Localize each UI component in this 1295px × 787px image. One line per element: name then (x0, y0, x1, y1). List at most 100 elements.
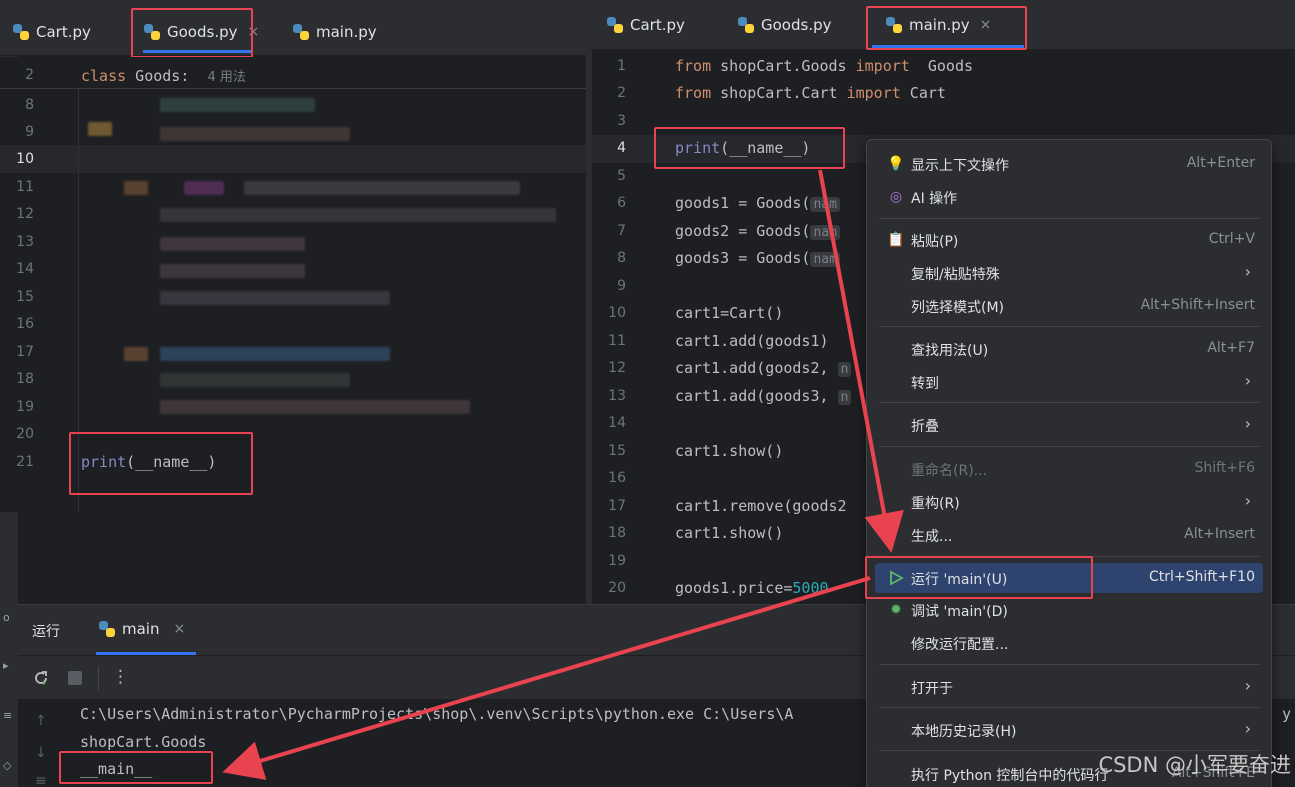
code-line-17: cart1.remove(goods2 (675, 497, 847, 515)
strip-icon[interactable]: o (3, 612, 15, 624)
usages-hint[interactable]: 4 用法 (207, 70, 245, 85)
close-tab-icon[interactable]: × (980, 17, 992, 33)
scroll-down-icon[interactable]: ↓ (35, 745, 47, 761)
menu-item-label: 列选择模式(M) (911, 300, 1005, 316)
console-line: C:\Users\Administrator\PycharmProjects\s… (80, 705, 794, 723)
console-line: __main__ (80, 760, 153, 778)
keyword: class (81, 67, 127, 85)
chevron-right-icon: › (1244, 491, 1251, 510)
menu-item-label: 查找用法(U) (911, 343, 989, 359)
menu-item-label: 折叠 (911, 419, 939, 435)
code-line-11: cart1.add(goods1) (675, 332, 829, 350)
line-number: 18 (608, 525, 626, 541)
tab-label: Goods.py (167, 23, 238, 41)
more-options-icon[interactable]: ⋮ (112, 667, 129, 687)
tab-goods-py-right[interactable]: Goods.py (737, 5, 831, 45)
python-file-icon (607, 17, 623, 33)
menu-item-copy-paste-special[interactable]: 复制/粘贴特殊 › (875, 258, 1263, 288)
strip-icon[interactable]: ≡ (3, 710, 15, 722)
line-number: 11 (608, 333, 626, 349)
blurred-code (124, 347, 148, 361)
menu-item-ai-actions[interactable]: ◎ AI 操作 (875, 182, 1263, 212)
strip-icon[interactable]: ▸ (3, 660, 15, 672)
menu-item-label: 重命名(R)... (911, 463, 988, 479)
line-number: 10 (608, 305, 626, 321)
tab-main-py-left[interactable]: main.py (292, 12, 377, 52)
menu-item-label: 重构(R) (911, 496, 960, 512)
menu-item-open-in[interactable]: 打开于 › (875, 672, 1263, 702)
builtin-print: print (675, 139, 721, 157)
close-run-tab-icon[interactable]: × (173, 621, 185, 637)
menu-item-rename: 重命名(R)... Shift+F6 (875, 454, 1263, 484)
run-tab-main[interactable]: main × (98, 620, 185, 638)
code-text: goods1 = Goods( (675, 194, 811, 212)
class-declaration-line: class Goods: 4 用法 (81, 66, 246, 85)
menu-item-find-usages[interactable]: 查找用法(U) Alt+F7 (875, 334, 1263, 364)
number-literal: 5000 (792, 579, 829, 597)
strip-icon[interactable]: ◇ (3, 760, 15, 772)
console-line: shopCart.Goods (80, 733, 207, 751)
menu-item-label: 修改运行配置... (911, 637, 1009, 653)
menu-item-shortcut: Alt+Shift+Insert (1140, 297, 1255, 313)
run-triangle-icon (890, 570, 904, 586)
menu-item-paste[interactable]: 📋 粘贴(P) Ctrl+V (875, 225, 1263, 255)
menu-item-debug-main[interactable]: ✹ 调试 'main'(D) (875, 595, 1263, 625)
left-editor[interactable]: 2 8 9 10 11 12 13 14 15 16 17 18 19 20 2… (0, 57, 586, 512)
blurred-code (160, 291, 390, 305)
tab-cart-py-left[interactable]: Cart.py (12, 12, 91, 52)
tab-goods-py-left[interactable]: Goods.py × (143, 12, 259, 52)
blurred-code (160, 373, 350, 387)
code-line-18: cart1.show() (675, 524, 784, 542)
blurred-code (88, 122, 112, 136)
wrap-icon[interactable]: ≡ (35, 773, 47, 787)
code-line-10: cart1=Cart() (675, 304, 784, 322)
menu-item-folding[interactable]: 折叠 › (875, 410, 1263, 440)
active-tab-underline (143, 50, 253, 53)
scroll-up-icon[interactable]: ↑ (35, 713, 47, 729)
menu-item-shortcut: Ctrl+V (1208, 231, 1255, 247)
line-number: 11 (16, 179, 34, 195)
close-tab-icon[interactable]: × (247, 24, 259, 40)
menu-separator (879, 446, 1259, 447)
code-line-15: cart1.show() (675, 442, 784, 460)
line-number: 17 (16, 344, 34, 360)
print-args: (__name__) (720, 139, 811, 157)
code-line-12: cart1.add(goods2, n (675, 359, 852, 377)
run-tab-label: main (122, 620, 160, 638)
blurred-code (160, 400, 470, 414)
clipboard-icon: 📋 (887, 232, 905, 248)
python-file-icon (738, 17, 754, 33)
menu-item-local-history[interactable]: 本地历史记录(H) › (875, 715, 1263, 745)
menu-item-show-context-actions[interactable]: 💡 显示上下文操作 Alt+Enter (875, 149, 1263, 179)
menu-item-goto[interactable]: 转到 › (875, 367, 1263, 397)
code-text: goods2 = Goods( (675, 222, 811, 240)
rerun-icon[interactable] (32, 669, 50, 687)
tab-main-py-right[interactable]: main.py × (885, 5, 991, 45)
tab-label: main.py (909, 16, 970, 34)
menu-item-label: 显示上下文操作 (911, 158, 1009, 174)
line-number: 21 (16, 454, 34, 470)
menu-separator (879, 326, 1259, 327)
line-number: 15 (608, 443, 626, 459)
stop-icon[interactable] (68, 671, 82, 685)
python-file-icon (99, 621, 115, 637)
chevron-right-icon: › (1244, 371, 1251, 390)
menu-item-generate[interactable]: 生成... Alt+Insert (875, 520, 1263, 550)
param-hint: n (837, 362, 852, 377)
blurred-code (160, 264, 305, 278)
import-name: Cart (900, 84, 946, 102)
menu-item-column-selection[interactable]: 列选择模式(M) Alt+Shift+Insert (875, 291, 1263, 321)
code-line-2: from shopCart.Cart import Cart (675, 84, 946, 102)
menu-item-modify-run-config[interactable]: 修改运行配置... (875, 628, 1263, 658)
tab-cart-py-right[interactable]: Cart.py (606, 5, 685, 45)
python-file-icon (886, 17, 902, 33)
keyword: from (675, 84, 712, 102)
menu-item-run-main[interactable]: 运行 'main'(U) Ctrl+Shift+F10 (875, 563, 1263, 593)
builtin-print: print (81, 453, 127, 471)
line-number: 8 (617, 250, 626, 266)
chevron-right-icon: › (1244, 719, 1251, 738)
line-number: 20 (608, 580, 626, 596)
python-file-icon (13, 24, 29, 40)
menu-item-refactor[interactable]: 重构(R) › (875, 487, 1263, 517)
toolbar-divider (98, 666, 99, 690)
